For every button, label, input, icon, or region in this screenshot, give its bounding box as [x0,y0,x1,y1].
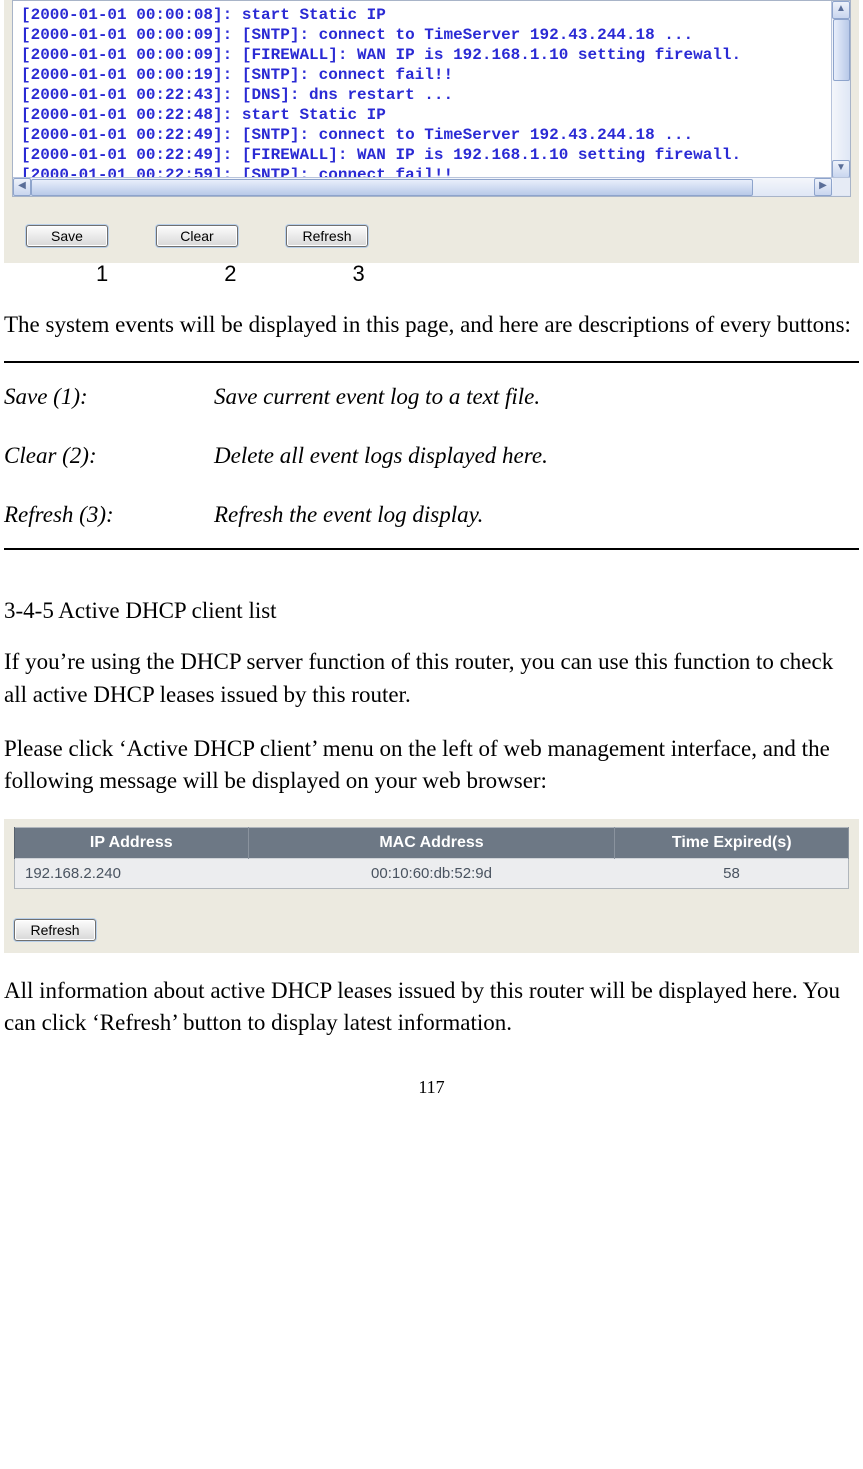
scroll-up-icon[interactable]: ▲ [832,1,850,19]
scroll-corner [833,178,850,195]
log-textarea-wrap: [2000-01-01 00:00:08]: start Static IP [… [12,0,851,197]
save-label: Save (1): [4,367,214,426]
bottom-rule [4,548,859,550]
vertical-scrollbar[interactable]: ▲ ▼ [831,1,850,178]
label-2: 2 [224,261,236,287]
dhcp-paragraph-1: If you’re using the DHCP server function… [4,646,859,710]
vertical-scroll-thumb[interactable] [833,19,850,81]
horizontal-scroll-thumb[interactable] [31,179,753,196]
cell-exp: 58 [615,859,849,889]
button-description-table: Save (1): Save current event log to a te… [4,367,859,544]
clear-desc: Delete all event logs displayed here. [214,426,859,485]
cell-ip: 192.168.2.240 [15,859,249,889]
save-button[interactable]: Save [26,225,108,247]
refresh-label: Refresh (3): [4,485,214,544]
save-desc: Save current event log to a text file. [214,367,859,426]
refresh-desc: Refresh the event log display. [214,485,859,544]
scroll-left-icon[interactable]: ◀ [13,178,31,196]
label-1: 1 [96,261,108,287]
top-rule [4,361,859,363]
intro-paragraph: The system events will be displayed in t… [4,309,859,341]
event-log-panel: [2000-01-01 00:00:08]: start Static IP [… [4,0,859,263]
dhcp-paragraph-2: Please click ‘Active DHCP client’ menu o… [4,733,859,797]
scroll-right-icon[interactable]: ▶ [814,178,832,196]
section-title: 3-4-5 Active DHCP client list [4,598,859,624]
dhcp-client-panel: IP Address MAC Address Time Expired(s) 1… [4,819,859,953]
clear-button[interactable]: Clear [156,225,238,247]
log-button-row: Save Clear Refresh [12,197,851,255]
dhcp-client-table: IP Address MAC Address Time Expired(s) 1… [14,827,849,889]
col-exp-header: Time Expired(s) [615,828,849,859]
table-header-row: IP Address MAC Address Time Expired(s) [15,828,849,859]
table-row: 192.168.2.240 00:10:60:db:52:9d 58 [15,859,849,889]
clear-label: Clear (2): [4,426,214,485]
button-number-labels: 1 2 3 [4,261,859,287]
horizontal-scrollbar[interactable]: ◀ ▶ [13,177,850,196]
table-row: Refresh (3): Refresh the event log displ… [4,485,859,544]
col-mac-header: MAC Address [248,828,615,859]
event-log-textarea[interactable]: [2000-01-01 00:00:08]: start Static IP [… [13,1,850,177]
page-number: 117 [4,1077,859,1098]
table-row: Clear (2): Delete all event logs display… [4,426,859,485]
col-ip-header: IP Address [15,828,249,859]
cell-mac: 00:10:60:db:52:9d [248,859,615,889]
label-3: 3 [353,261,365,287]
refresh-button[interactable]: Refresh [286,225,368,247]
scroll-down-icon[interactable]: ▼ [832,160,850,178]
dhcp-refresh-button[interactable]: Refresh [14,919,96,941]
table-row: Save (1): Save current event log to a te… [4,367,859,426]
dhcp-paragraph-3: All information about active DHCP leases… [4,975,859,1039]
